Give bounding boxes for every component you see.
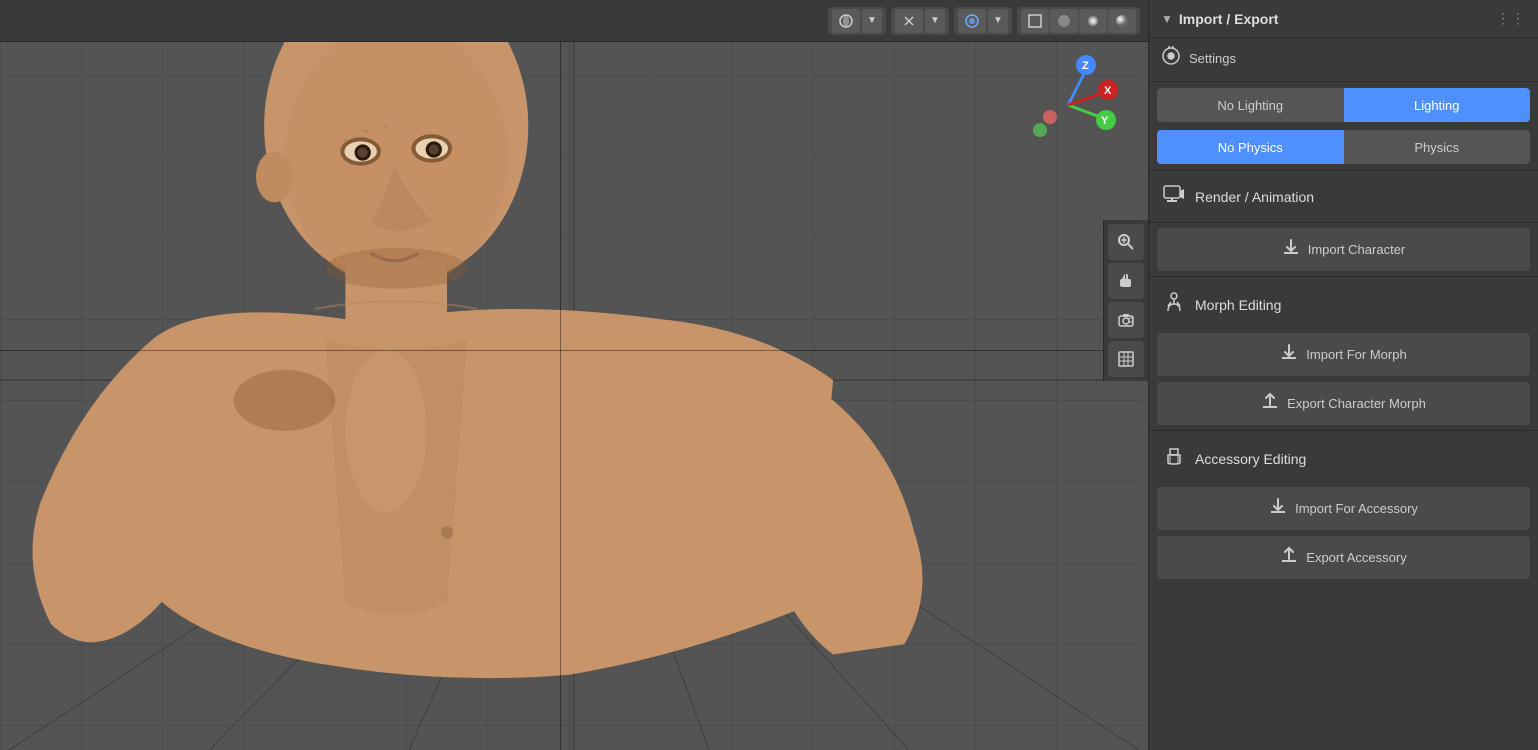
export-accessory-btn[interactable]: Export Accessory [1157,536,1530,579]
lighting-toggle-group: No Lighting Lighting [1157,88,1530,122]
import-morph-icon [1280,343,1298,366]
top-toolbar: ▼ ▼ ▼ [0,0,1148,42]
panel-header: ▼ Import / Export ⋮⋮ [1149,0,1538,38]
physics-btn[interactable]: Physics [1344,130,1531,164]
view-options-group: ▼ [828,7,886,35]
morph-editing-icon [1163,291,1185,318]
accessory-editing-header[interactable]: Accessory Editing [1149,433,1538,484]
morph-editing-header[interactable]: Morph Editing [1149,279,1538,330]
divider-render [1149,222,1538,223]
import-accessory-icon [1269,497,1287,520]
grab-tool-btn[interactable] [1108,263,1144,299]
panel-title: Import / Export [1179,11,1496,27]
viewport-shading-icon-btn[interactable] [832,9,860,33]
collapse-icon: ▼ [1161,12,1173,26]
export-accessory-label: Export Accessory [1306,550,1406,565]
crosshair-horizontal [0,350,1148,351]
export-character-morph-btn[interactable]: Export Character Morph [1157,382,1530,425]
overlay-group: ▼ [954,7,1012,35]
render-icon [1163,183,1185,210]
lighting-btn[interactable]: Lighting [1344,88,1531,122]
accessory-editing-icon [1163,445,1185,472]
no-lighting-btn[interactable]: No Lighting [1157,88,1344,122]
import-character-label: Import Character [1308,242,1406,257]
accessory-editing-label: Accessory Editing [1195,451,1306,467]
overlay-dropdown-btn[interactable]: ▼ [988,9,1008,33]
overlay-btn[interactable] [958,9,986,33]
render-animation-row[interactable]: Render / Animation [1149,173,1538,220]
wireframe-btn[interactable] [1021,9,1049,33]
import-character-btn[interactable]: Import Character [1157,228,1530,271]
snap-group: ▼ [891,7,949,35]
import-for-morph-label: Import For Morph [1306,347,1406,362]
character-canvas [0,0,1148,750]
morph-editing-label: Morph Editing [1195,297,1281,313]
export-accessory-icon [1280,546,1298,569]
zoom-tool-btn[interactable] [1108,224,1144,260]
settings-row[interactable]: Settings [1149,38,1538,79]
grid-tool-btn[interactable] [1108,341,1144,377]
snap-btn[interactable] [895,9,923,33]
import-for-morph-btn[interactable]: Import For Morph [1157,333,1530,376]
export-character-morph-label: Export Character Morph [1287,396,1426,411]
physics-toggle-group: No Physics Physics [1157,130,1530,164]
export-morph-icon [1261,392,1279,415]
rendered-btn[interactable] [1108,9,1136,33]
settings-label: Settings [1189,51,1236,66]
crosshair-vertical [560,0,561,750]
import-for-accessory-label: Import For Accessory [1295,501,1418,516]
divider-import-char [1149,276,1538,277]
snap-dropdown-btn[interactable]: ▼ [925,9,945,33]
shading-group [1017,7,1140,35]
right-panel: ▼ Import / Export ⋮⋮ Settings No Lightin… [1148,0,1538,750]
side-tools [1103,220,1148,381]
import-character-icon [1282,238,1300,261]
material-btn[interactable] [1079,9,1107,33]
divider-settings [1149,81,1538,82]
divider-toggles [1149,170,1538,171]
camera-tool-btn[interactable] [1108,302,1144,338]
solid-btn[interactable] [1050,9,1078,33]
view-dropdown-btn[interactable]: ▼ [862,9,882,33]
no-physics-btn[interactable]: No Physics [1157,130,1344,164]
panel-options-dots[interactable]: ⋮⋮ [1496,10,1526,27]
settings-icon [1161,46,1181,71]
divider-morph [1149,430,1538,431]
import-for-accessory-btn[interactable]: Import For Accessory [1157,487,1530,530]
render-animation-label: Render / Animation [1195,189,1314,205]
viewport[interactable]: ▼ ▼ ▼ [0,0,1148,750]
